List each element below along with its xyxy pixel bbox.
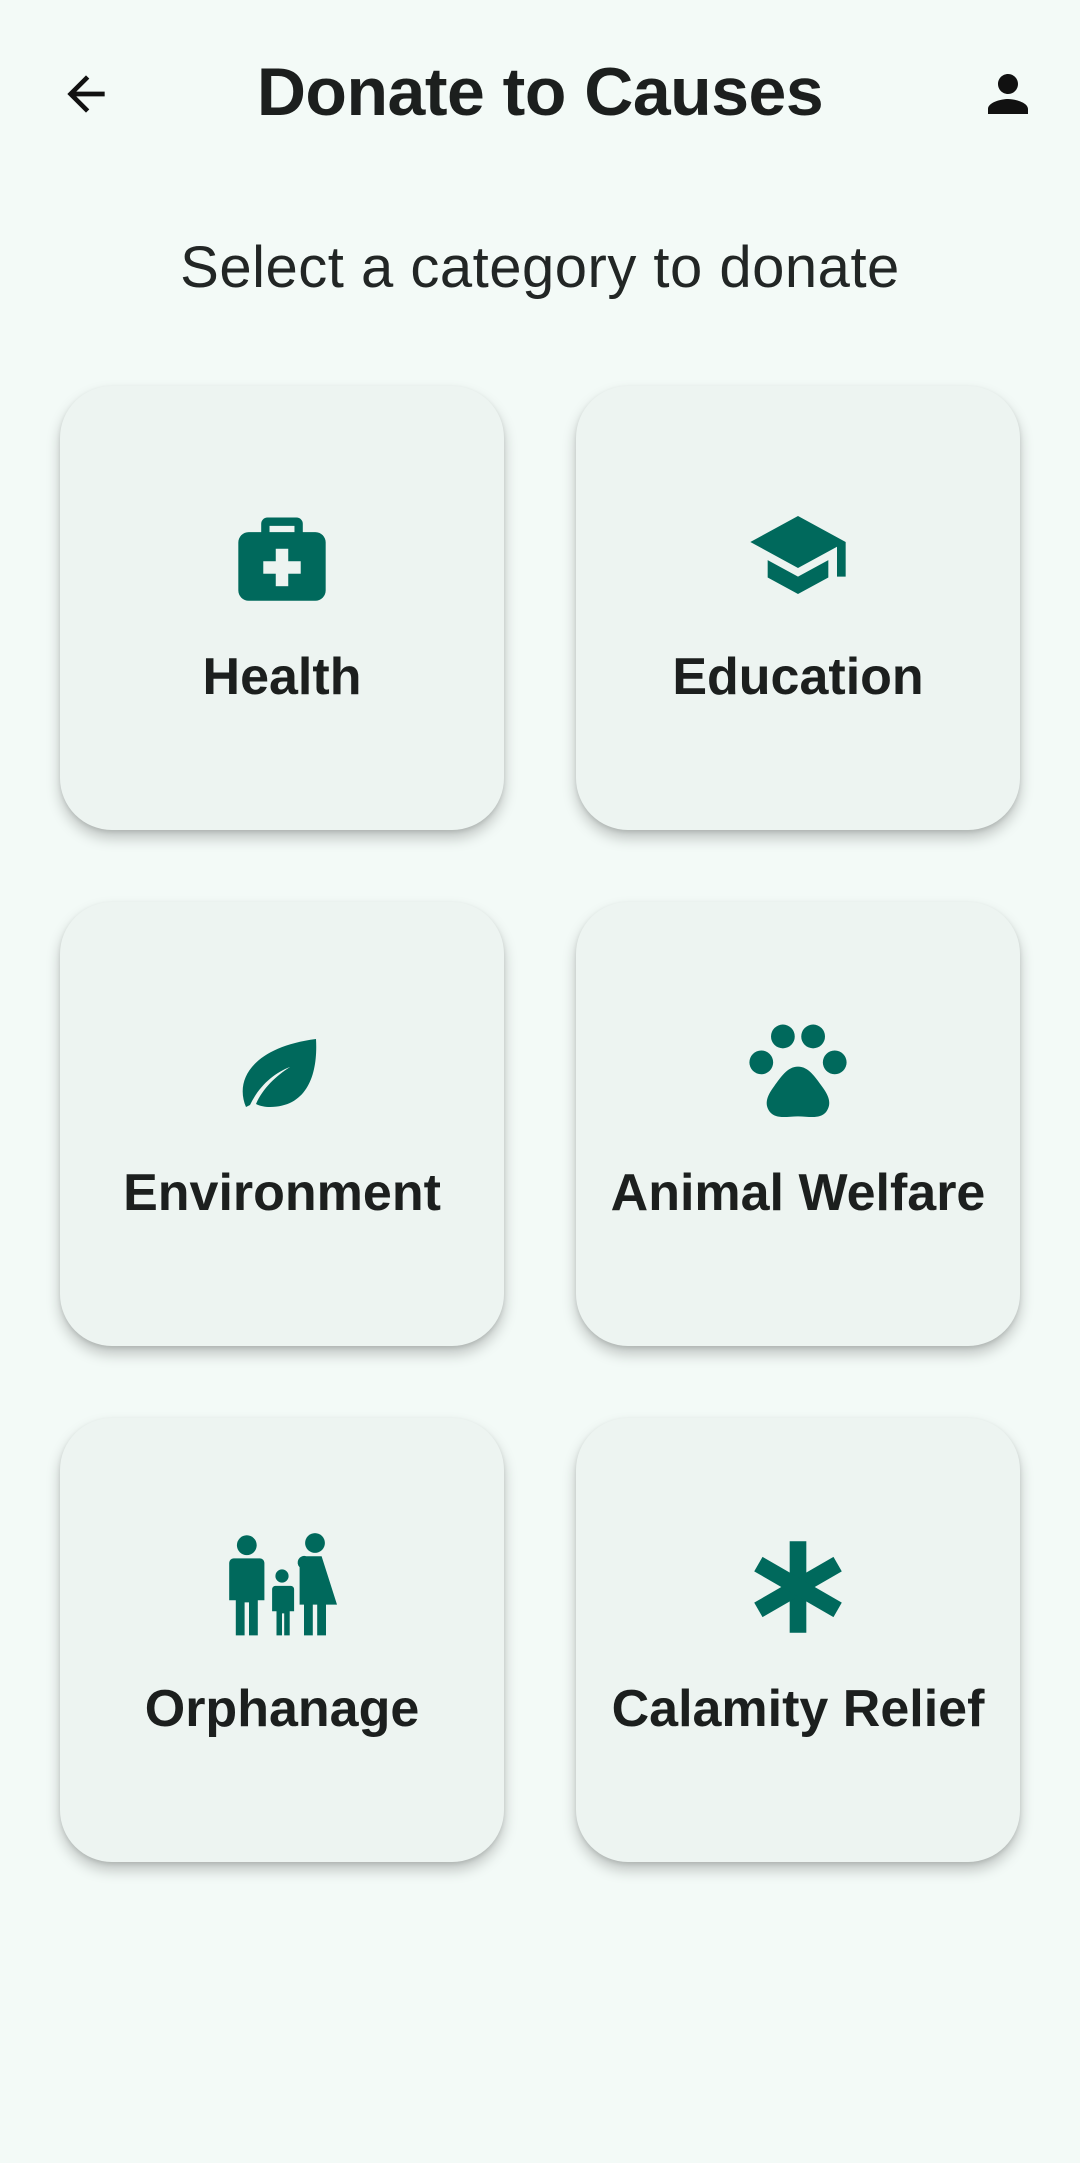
leaf-icon xyxy=(227,1016,337,1126)
category-card-environment[interactable]: Environment xyxy=(60,902,504,1346)
category-card-health[interactable]: Health xyxy=(60,386,504,830)
page-title: Donate to Causes xyxy=(256,54,824,130)
paw-icon xyxy=(743,1016,853,1126)
category-card-education[interactable]: Education xyxy=(576,386,1020,830)
category-label: Environment xyxy=(123,1164,441,1222)
category-label: Calamity Relief xyxy=(611,1680,985,1738)
app-bar: Donate to Causes xyxy=(0,0,1080,190)
category-label: Animal Welfare xyxy=(610,1164,986,1222)
person-icon xyxy=(988,74,1028,114)
category-card-animal-welfare[interactable]: Animal Welfare xyxy=(576,902,1020,1346)
profile-button[interactable] xyxy=(968,54,1048,134)
graduation-cap-icon xyxy=(743,500,853,610)
medical-bag-icon xyxy=(227,500,337,610)
arrow-back-icon xyxy=(67,75,105,113)
category-label: Orphanage xyxy=(144,1680,420,1738)
category-card-calamity-relief[interactable]: Calamity Relief xyxy=(576,1418,1020,1862)
category-label: Education xyxy=(672,648,924,706)
category-card-orphanage[interactable]: Orphanage xyxy=(60,1418,504,1862)
page-subtitle: Select a category to donate xyxy=(180,235,900,300)
back-button[interactable] xyxy=(46,54,126,134)
category-label: Health xyxy=(202,648,362,706)
asterisk-icon xyxy=(743,1532,853,1642)
family-icon xyxy=(227,1532,337,1642)
